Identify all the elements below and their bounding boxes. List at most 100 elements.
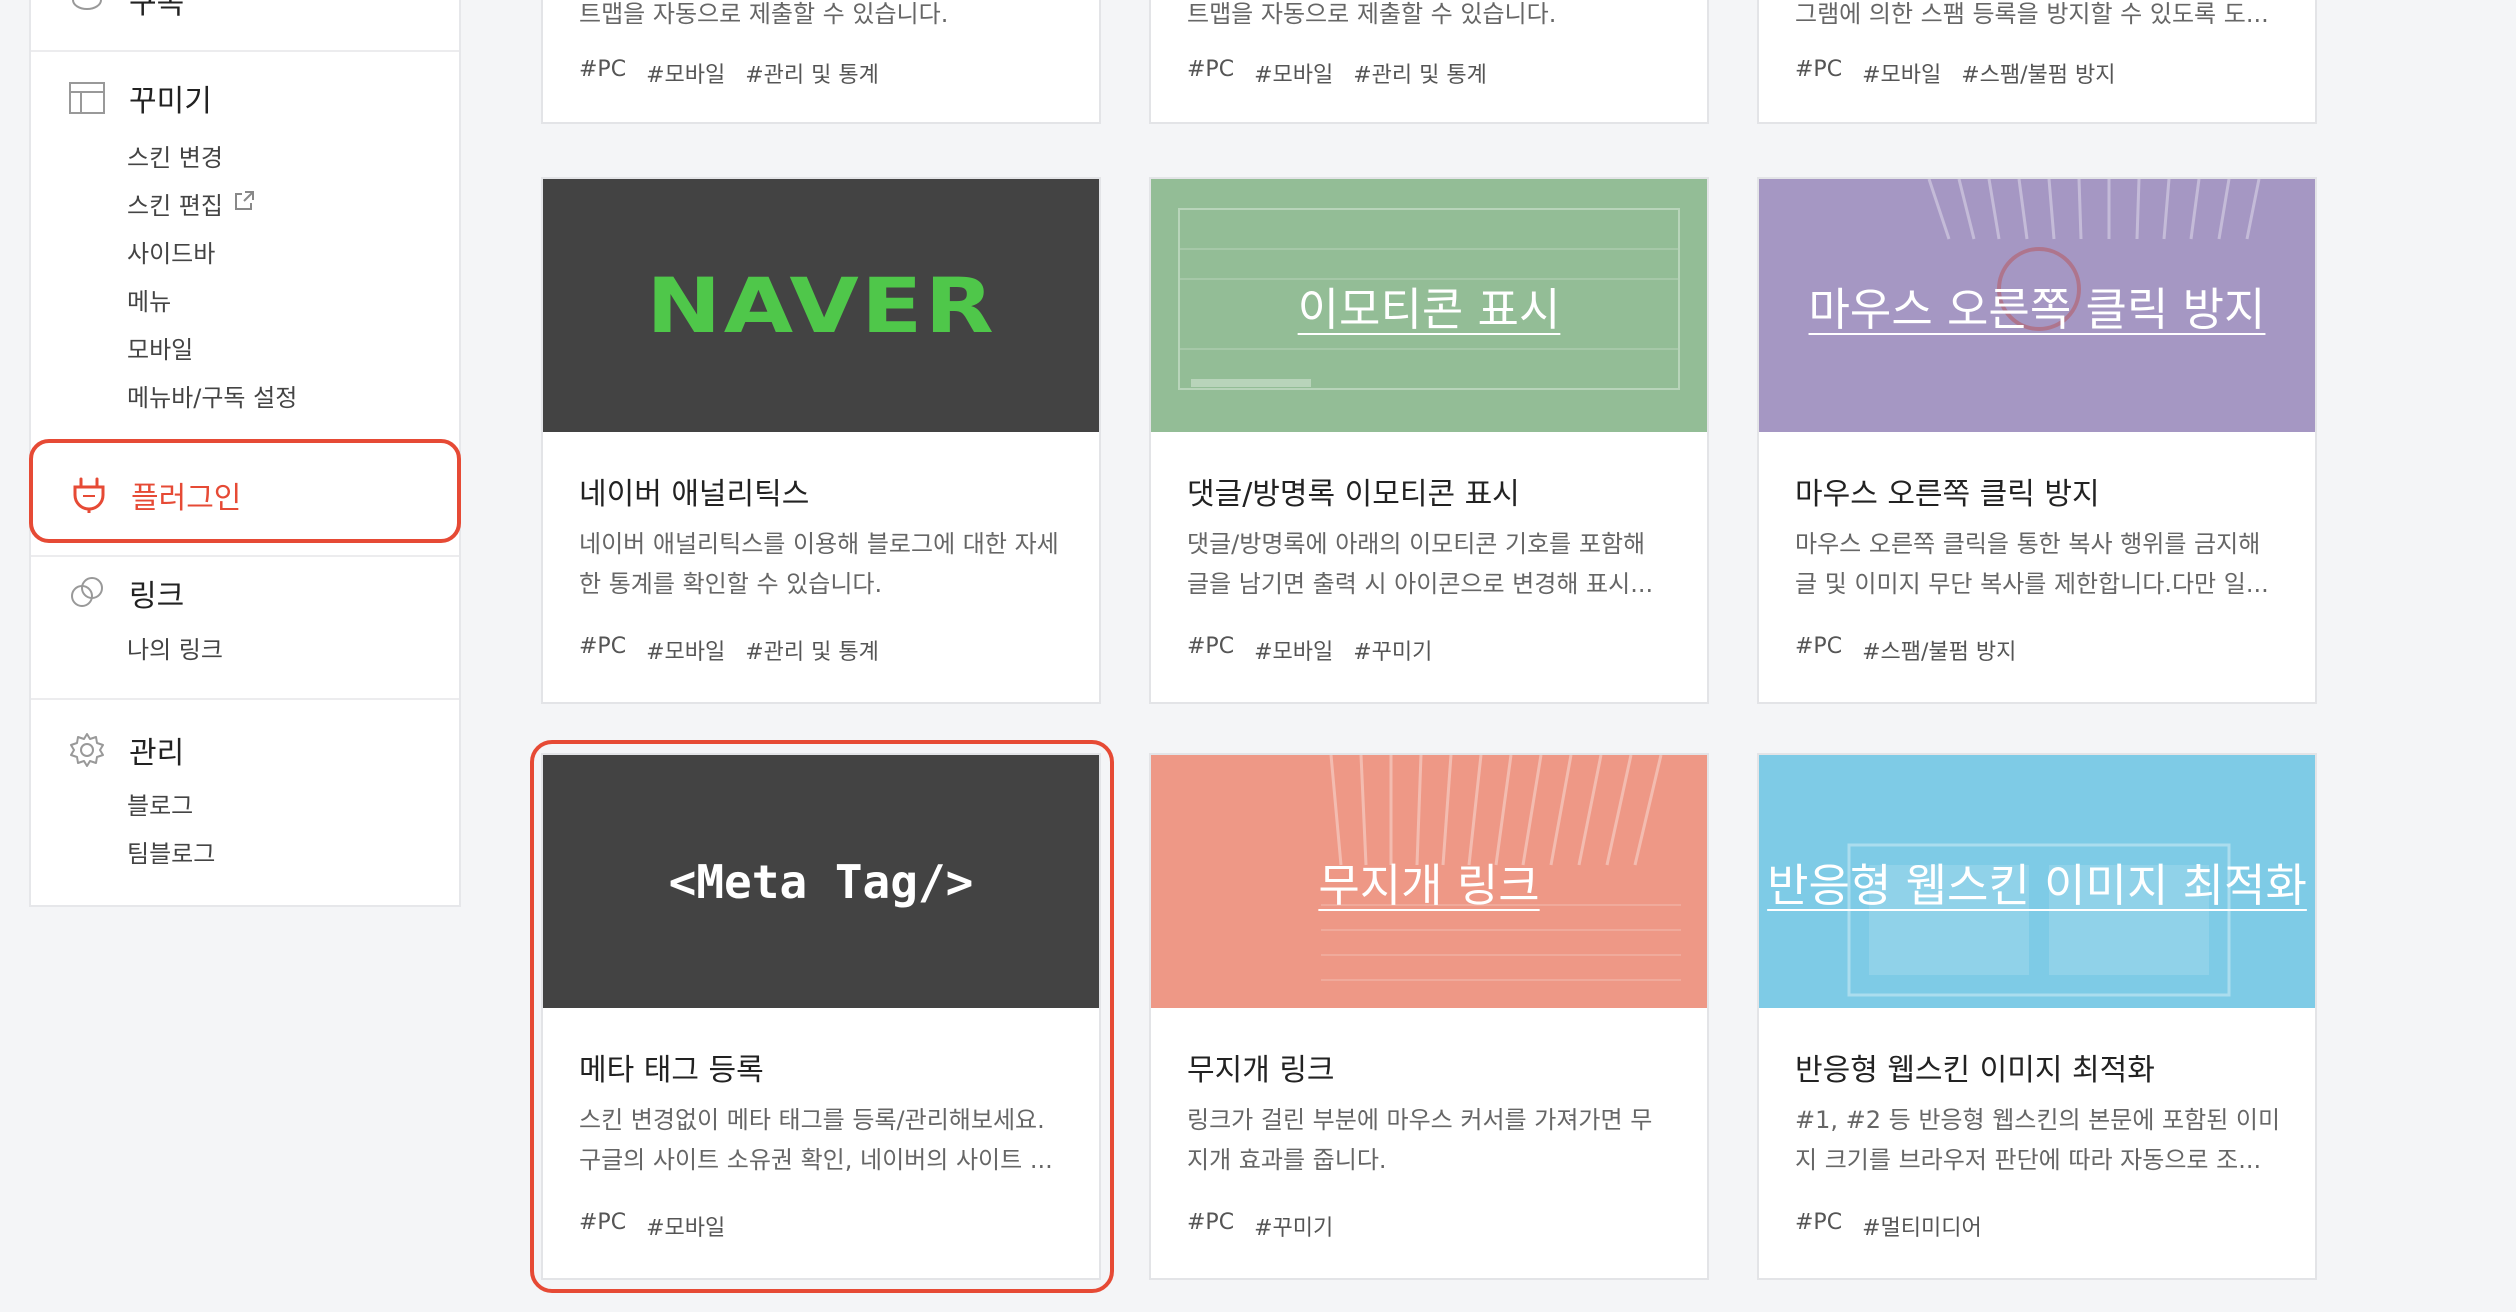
sidebar-item-menubar-subscribe[interactable]: 메뉴바/구독 설정 [127, 378, 297, 413]
sidebar-group-title: 플러그인 [131, 481, 242, 516]
tag: #스팸/불펌 방지 [1961, 63, 2116, 88]
card-tags: #PC #스팸/불펌 방지 [1795, 634, 2016, 666]
card-title: 네이버 애널리틱스 [579, 477, 810, 512]
sidebar-item-plugin[interactable]: 플러그인 [29, 439, 461, 543]
card-tags: #PC #꾸미기 [1187, 1210, 1333, 1242]
sidebar-group-title: 링크 [129, 579, 185, 614]
thumbnail-title: 마우스 오른쪽 클릭 방지 [1808, 283, 2266, 336]
tag: #꾸미기 [1254, 1216, 1334, 1241]
card-tags: #PC #모바일 #꾸미기 [1187, 634, 1432, 666]
plugin-card[interactable]: 트맵을 자동으로 제출할 수 있습니다. #PC #모바일 #관리 및 통계 [1149, 0, 1709, 124]
sidebar-divider [31, 555, 459, 557]
sidebar-group-manage[interactable]: 관리 [67, 728, 184, 772]
thumbnail-title: 이모티콘 표시 [1297, 283, 1561, 336]
tag: #PC [579, 634, 627, 659]
plugin-card-responsive-image[interactable]: 반응형 웹스킨 이미지 최적화 반응형 웹스킨 이미지 최적화 #1, #2 등… [1757, 753, 2317, 1280]
card-thumbnail: 무지개 링크 [1151, 755, 1707, 1008]
sidebar-item-skin-change[interactable]: 스킨 변경 [127, 138, 223, 173]
card-description: 트맵을 자동으로 제출할 수 있습니다. [579, 0, 949, 28]
card-tags: #PC #모바일 #관리 및 통계 [579, 57, 879, 89]
card-description: 링크가 걸린 부분에 마우스 커서를 가져가면 무 지개 효과를 줍니다. [1187, 1106, 1653, 1174]
plugin-card-rainbow-link[interactable]: 무지개 링크 무지개 링크 링크가 걸린 부분에 마우스 커서를 가져가면 무지… [1149, 753, 1709, 1280]
tag: #PC [1187, 1210, 1235, 1235]
card-thumbnail: 반응형 웹스킨 이미지 최적화 [1759, 755, 2315, 1008]
sidebar-item-menu[interactable]: 메뉴 [127, 282, 171, 317]
plugin-page: 구독 꾸미기 스킨 변경 스킨 편집 사이드바 메뉴 모바일 메뉴바/구독 설정 [0, 0, 2516, 1312]
sidebar-item-label: 스킨 편집 [127, 192, 223, 220]
card-description: 트맵을 자동으로 제출할 수 있습니다. [1187, 0, 1557, 28]
gear-icon [67, 730, 107, 770]
tag: #모바일 [646, 1216, 726, 1241]
card-title: 마우스 오른쪽 클릭 방지 [1795, 477, 2100, 512]
link-icon [67, 573, 107, 613]
tag: #관리 및 통계 [1353, 63, 1487, 88]
card-description: 네이버 애널리틱스를 이용해 블로그에 대한 자세 한 통계를 확인할 수 있습니… [579, 530, 1059, 598]
card-description: 그램에 의한 스팸 등록을 방지할 수 있도록 도... [1795, 0, 2269, 28]
sidebar-divider [31, 50, 459, 52]
card-title: 반응형 웹스킨 이미지 최적화 [1795, 1053, 2155, 1088]
external-link-icon [233, 190, 255, 218]
tag: #멀티미디어 [1862, 1216, 1982, 1241]
card-thumbnail: NAVER [543, 179, 1099, 432]
plugin-card[interactable]: 트맵을 자동으로 제출할 수 있습니다. #PC #모바일 #관리 및 통계 [541, 0, 1101, 124]
card-description: 댓글/방명록에 아래의 이모티콘 기호를 포함해 글을 남기면 출력 시 아이콘으… [1187, 530, 1654, 598]
tag: #스팸/불펌 방지 [1862, 640, 2017, 665]
tag: #PC [579, 57, 627, 82]
meta-tag-logo: <Meta Tag/> [668, 854, 974, 909]
tag: #관리 및 통계 [745, 640, 879, 665]
plugin-card-meta-tag[interactable]: <Meta Tag/> 메타 태그 등록 스킨 변경없이 메타 태그를 등록/관… [541, 753, 1101, 1280]
sidebar-item-teamblog[interactable]: 팀블로그 [127, 834, 215, 869]
card-tags: #PC #모바일 #관리 및 통계 [1187, 57, 1487, 89]
card-thumbnail: <Meta Tag/> [543, 755, 1099, 1008]
card-thumbnail: 이모티콘 표시 [1151, 179, 1707, 432]
card-description: #1, #2 등 반응형 웹스킨의 본문에 포함된 이미 지 크기를 브라우저 판… [1795, 1106, 2281, 1174]
sidebar-divider [31, 698, 459, 700]
layout-icon [67, 78, 107, 118]
tag: #PC [1795, 1210, 1843, 1235]
tag: #모바일 [646, 63, 726, 88]
tag: #모바일 [1862, 63, 1942, 88]
thumbnail-title: 반응형 웹스킨 이미지 최적화 [1767, 859, 2307, 912]
tag: #관리 및 통계 [745, 63, 879, 88]
card-title: 댓글/방명록 이모티콘 표시 [1187, 477, 1520, 512]
sidebar-group-subscribe[interactable]: 구독 [67, 0, 184, 22]
sidebar-item-sidebar[interactable]: 사이드바 [127, 234, 215, 269]
sidebar-item-mobile[interactable]: 모바일 [127, 330, 193, 365]
admin-sidebar: 구독 꾸미기 스킨 변경 스킨 편집 사이드바 메뉴 모바일 메뉴바/구독 설정 [29, 0, 461, 907]
sidebar-item-my-link[interactable]: 나의 링크 [127, 630, 223, 665]
naver-logo: NAVER [646, 261, 996, 350]
tag: #PC [1795, 57, 1843, 82]
subscribe-icon [67, 0, 107, 20]
plugin-card-emoticon[interactable]: 이모티콘 표시 댓글/방명록 이모티콘 표시 댓글/방명록에 아래의 이모티콘 … [1149, 177, 1709, 704]
card-description: 마우스 오른쪽 클릭을 통한 복사 행위를 금지해 글 및 이미지 무단 복사를 … [1795, 530, 2269, 598]
tag: #꾸미기 [1353, 640, 1433, 665]
tag: #모바일 [646, 640, 726, 665]
sidebar-group-title: 관리 [129, 736, 185, 771]
sidebar-item-blog[interactable]: 블로그 [127, 786, 193, 821]
card-thumbnail: 마우스 오른쪽 클릭 방지 [1759, 179, 2315, 432]
card-title: 무지개 링크 [1187, 1053, 1335, 1088]
sidebar-group-title: 꾸미기 [129, 84, 212, 119]
tag: #PC [1187, 57, 1235, 82]
plugin-card[interactable]: 그램에 의한 스팸 등록을 방지할 수 있도록 도... #PC #모바일 #스… [1757, 0, 2317, 124]
plug-icon [69, 475, 109, 515]
tag: #모바일 [1254, 63, 1334, 88]
sidebar-item-skin-edit[interactable]: 스킨 편집 [127, 186, 255, 221]
card-tags: #PC #모바일 #관리 및 통계 [579, 634, 879, 666]
tag: #모바일 [1254, 640, 1334, 665]
tag: #PC [1187, 634, 1235, 659]
sidebar-group-plugin: 플러그인 [69, 473, 241, 517]
card-description: 스킨 변경없이 메타 태그를 등록/관리해보세요. 구글의 사이트 소유권 확인,… [579, 1106, 1053, 1174]
plugin-card-naver-analytics[interactable]: NAVER 네이버 애널리틱스 네이버 애널리틱스를 이용해 블로그에 대한 자… [541, 177, 1101, 704]
tag: #PC [579, 1210, 627, 1235]
card-tags: #PC #모바일 [579, 1210, 725, 1242]
card-tags: #PC #모바일 #스팸/불펌 방지 [1795, 57, 2116, 89]
card-tags: #PC #멀티미디어 [1795, 1210, 1982, 1242]
sidebar-group-link[interactable]: 링크 [67, 571, 184, 615]
sidebar-group-label: 구독 [129, 0, 185, 21]
card-title: 메타 태그 등록 [579, 1053, 764, 1088]
plugin-card-right-click-block[interactable]: 마우스 오른쪽 클릭 방지 마우스 오른쪽 클릭 방지 마우스 오른쪽 클릭을 … [1757, 177, 2317, 704]
sidebar-group-decorate[interactable]: 꾸미기 [67, 76, 212, 120]
tag: #PC [1795, 634, 1843, 659]
thumbnail-title: 무지개 링크 [1318, 859, 1540, 912]
